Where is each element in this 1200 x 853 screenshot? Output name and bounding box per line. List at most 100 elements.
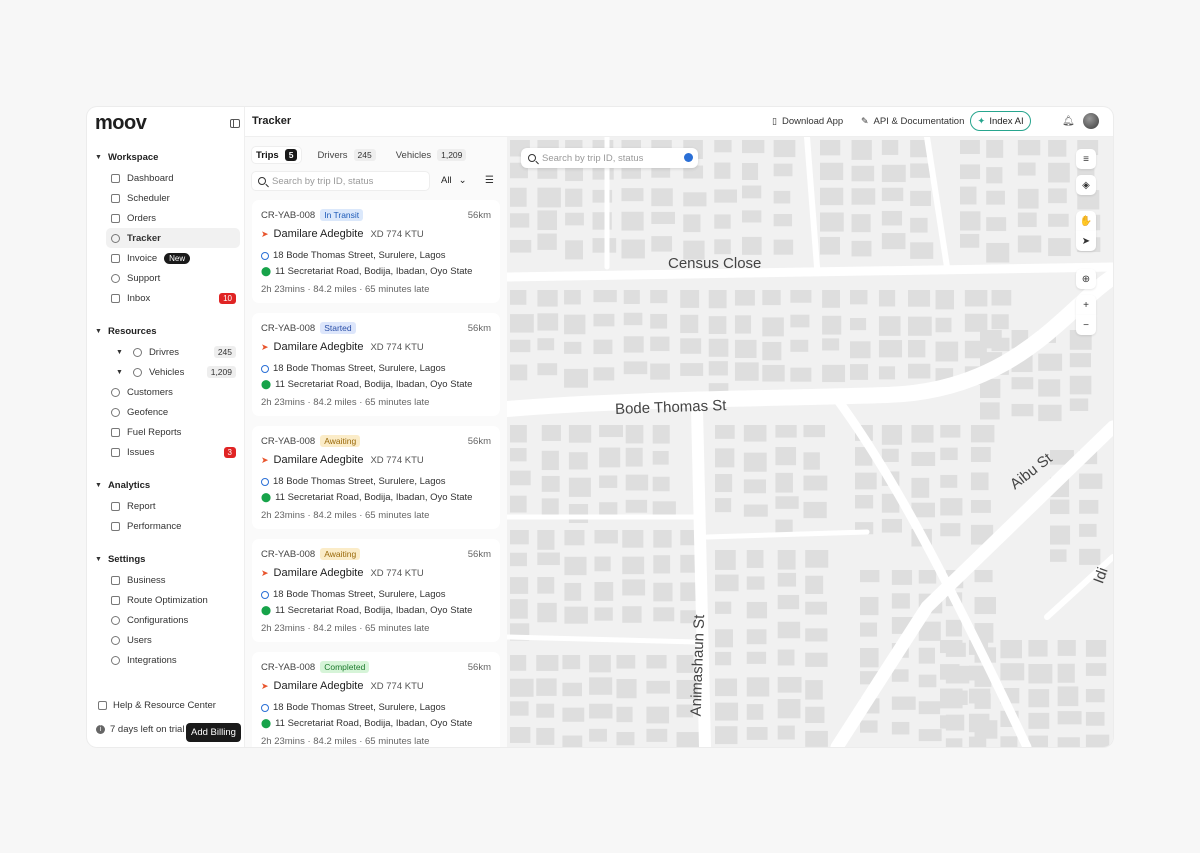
sidebar-item-geofence[interactable]: Geofence [106,402,240,422]
sidebar-item-issues[interactable]: Issues 3 [106,442,240,462]
sidebar-item-tracker[interactable]: Tracker [106,228,240,248]
sidebar-item-performance[interactable]: Performance [106,516,240,536]
sidebar-item-users[interactable]: Users [106,630,240,650]
origin-icon [261,477,269,486]
map-building [773,190,791,204]
sidebar-item-business[interactable]: Business [106,570,240,590]
sidebar-item-fuel-reports[interactable]: Fuel Reports [106,422,240,442]
map-building [1057,686,1079,707]
map-building [621,211,644,231]
pointer-icon[interactable]: ➤ [1076,231,1096,251]
trip-card[interactable]: CR-YAB-008 Awaiting 56km ➤ Damilare Adegbite… [252,426,500,529]
zoom-in-button[interactable]: + [1076,295,1096,315]
map-building [625,499,648,513]
trip-card[interactable]: CR-YAB-008 Awaiting 56km ➤ Damilare Adegbite… [252,539,500,642]
sidebar-toggle-icon[interactable] [230,119,240,128]
filter-icon[interactable]: ☰ [485,175,494,186]
map-building [775,496,799,509]
section-analytics[interactable]: ▼ Analytics [95,480,150,491]
map-building [960,164,981,180]
sidebar-item-customers[interactable]: Customers [106,382,240,402]
sidebar-item-configurations[interactable]: Configurations [106,610,240,630]
map-building [1011,377,1034,390]
hand-icon[interactable]: ✋ [1076,211,1096,231]
tab-trips[interactable]: Trips 5 [252,147,302,163]
map-building [986,167,1003,184]
map-building [562,735,583,747]
map-building [537,577,555,594]
trip-meta: 2h 23mins · 84.2 miles · 65 minutes late [261,736,430,747]
layers-icon[interactable]: ◈ [1076,175,1096,195]
bar-chart-icon [111,521,120,531]
map-building [986,217,1007,232]
map-building [746,727,768,740]
sidebar-item-route-optimization[interactable]: Route Optimization [106,590,240,610]
sidebar-item-integrations[interactable]: Integrations [106,650,240,670]
download-app-link[interactable]: ▯ Download App [772,116,843,127]
api-docs-link[interactable]: ✎ API & Documentation [861,116,964,127]
map-building [918,647,935,664]
status-badge: Completed [320,661,370,673]
map-building [820,236,840,255]
map-building [805,628,828,642]
avatar[interactable] [1083,113,1099,129]
map-building [510,239,532,253]
section-resources[interactable]: ▼ Resources [95,326,157,337]
trip-id: CR-YAB-008 [261,548,316,560]
map-building [918,674,937,688]
map-building [805,706,825,724]
index-ai-button[interactable]: ✦ Index AI [970,111,1031,131]
map-building [850,317,867,331]
map-building [594,607,613,621]
driver-name: Damilare Adegbite [273,567,364,579]
bell-icon[interactable]: 🔔︎ [1062,116,1075,127]
zoom-out-button[interactable]: − [1076,315,1096,335]
map-view[interactable]: Census Close Bode Thomas St Aibu St Anim… [507,137,1113,747]
map-building [510,577,529,594]
vehicle-plate: XD 774 KTU [370,228,424,240]
trip-search-input[interactable]: Search by trip ID, status [251,171,430,191]
help-resource-center[interactable]: Help & Resource Center [98,700,216,711]
map-building [803,501,827,519]
trip-card[interactable]: CR-YAB-008 In Transit 56km ➤ Damilare Adegbi… [252,200,500,303]
map-building [562,655,581,670]
map-pin-icon: ⬤ [261,605,272,615]
map-building [960,233,980,248]
map-building [970,447,991,462]
map-building [907,290,931,307]
map-building [564,314,586,335]
trip-distance: 56km [467,662,491,673]
trip-card[interactable]: CR-YAB-008 Started 56km ➤ Damilare Adegbite X… [252,313,500,416]
sidebar-item-drivers[interactable]: ▼ Drivres 245 [116,342,240,362]
tab-drivers[interactable]: Drivers 245 [313,147,379,163]
pickup-address: 18 Bode Thomas Street, Surulere, Lagos [261,250,446,261]
map-building [1011,403,1034,417]
sidebar-item-scheduler[interactable]: Scheduler [106,188,240,208]
target-icon [111,407,120,417]
sidebar-item-report[interactable]: Report [106,496,240,516]
driver-row: ➤ Damilare Adegbite XD 774 KTU [261,567,424,579]
map-building [1057,711,1082,725]
tab-vehicles[interactable]: Vehicles 1,209 [392,147,471,163]
map-building [746,550,764,568]
trip-card[interactable]: CR-YAB-008 Completed 56km ➤ Damilare Adegbit… [252,652,500,747]
top-header: Tracker ▯ Download App ✎ API & Documentati… [245,107,1113,137]
recenter-icon[interactable]: ⊕ [1076,269,1096,289]
map-settings-icon[interactable]: ≡ [1076,149,1096,169]
sidebar-item-dashboard[interactable]: Dashboard [106,168,240,188]
section-workspace[interactable]: ▼ Workspace [95,152,158,163]
sidebar-item-inbox[interactable]: Inbox 10 [106,288,240,308]
section-settings[interactable]: ▼ Settings [95,554,145,565]
map-building [708,316,727,334]
map-search-input[interactable]: Search by trip ID, status [521,148,698,168]
trip-meta: 2h 23mins · 84.2 miles · 65 minutes late [261,284,430,295]
sidebar-item-vehicles[interactable]: ▼ Vehicles 1,209 [116,362,240,382]
status-filter-select[interactable]: All ⌄ [441,175,467,186]
sidebar-item-invoice[interactable]: Invoice New [106,248,240,268]
add-billing-button[interactable]: Add Billing [186,723,241,742]
map-building [935,290,954,310]
location-icon[interactable] [684,153,693,162]
page-title: Tracker [252,115,292,127]
sidebar-item-orders[interactable]: Orders [106,208,240,228]
sidebar-item-support[interactable]: Support [106,268,240,288]
